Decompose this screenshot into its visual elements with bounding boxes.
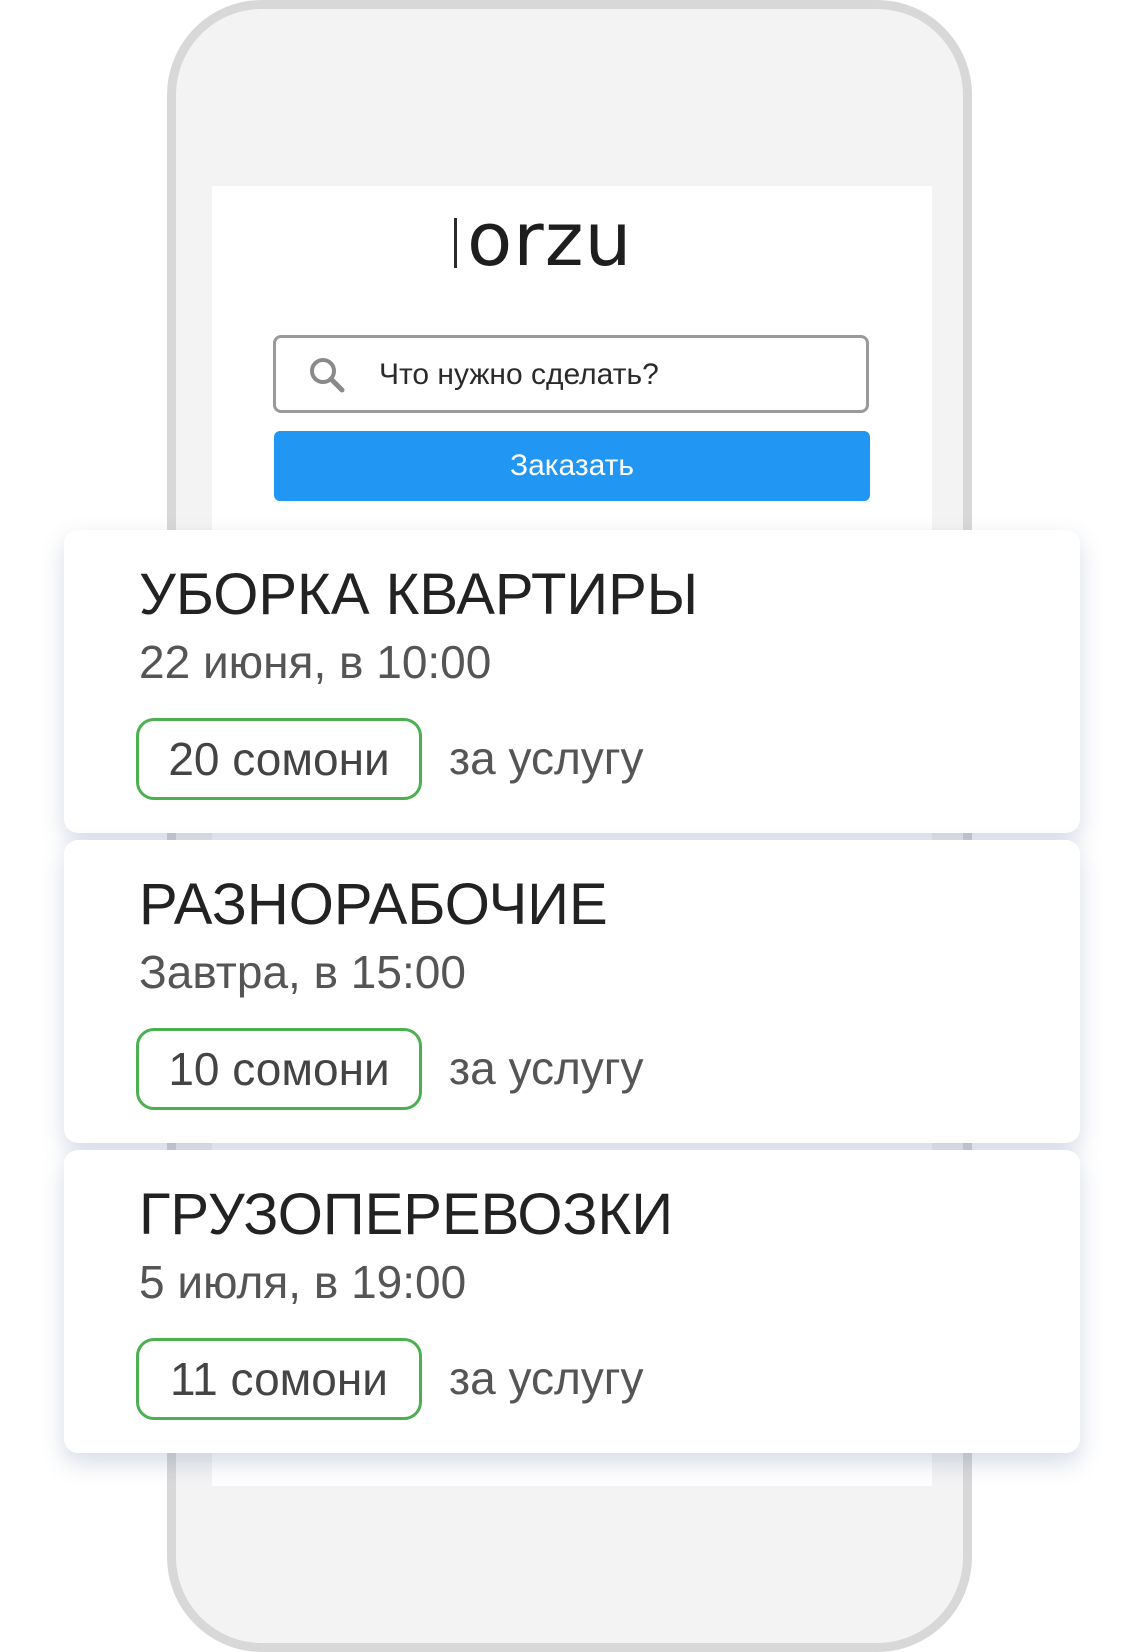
task-datetime: Завтра, в 15:00 [139,946,466,998]
search-icon [310,358,345,393]
search-input[interactable]: Что нужно сделать? [273,335,869,413]
price-suffix: за услугу [449,1352,644,1404]
task-datetime: 5 июля, в 19:00 [139,1256,467,1308]
task-datetime: 22 июня, в 10:00 [139,636,492,688]
price-badge: 11 сомони [136,1338,422,1420]
task-title: РАЗНОРАБОЧИЕ [139,872,608,937]
logo-text: orzu [467,197,633,283]
order-button[interactable]: Заказать [274,431,870,501]
task-card[interactable]: УБОРКА КВАРТИРЫ 22 июня, в 10:00 20 сомо… [64,530,1080,833]
price-badge: 20 сомони [136,718,422,800]
price-suffix: за услугу [449,732,644,784]
price-badge: 10 сомони [136,1028,422,1110]
search-placeholder: Что нужно сделать? [379,358,659,391]
task-title: УБОРКА КВАРТИРЫ [139,562,699,627]
task-card[interactable]: РАЗНОРАБОЧИЕ Завтра, в 15:00 10 сомони з… [64,840,1080,1143]
app-logo: orzu [454,197,633,283]
logo-bar [454,218,457,268]
price-suffix: за услугу [449,1042,644,1094]
task-title: ГРУЗОПЕРЕВОЗКИ [139,1182,674,1247]
task-card[interactable]: ГРУЗОПЕРЕВОЗКИ 5 июля, в 19:00 11 сомони… [64,1150,1080,1453]
